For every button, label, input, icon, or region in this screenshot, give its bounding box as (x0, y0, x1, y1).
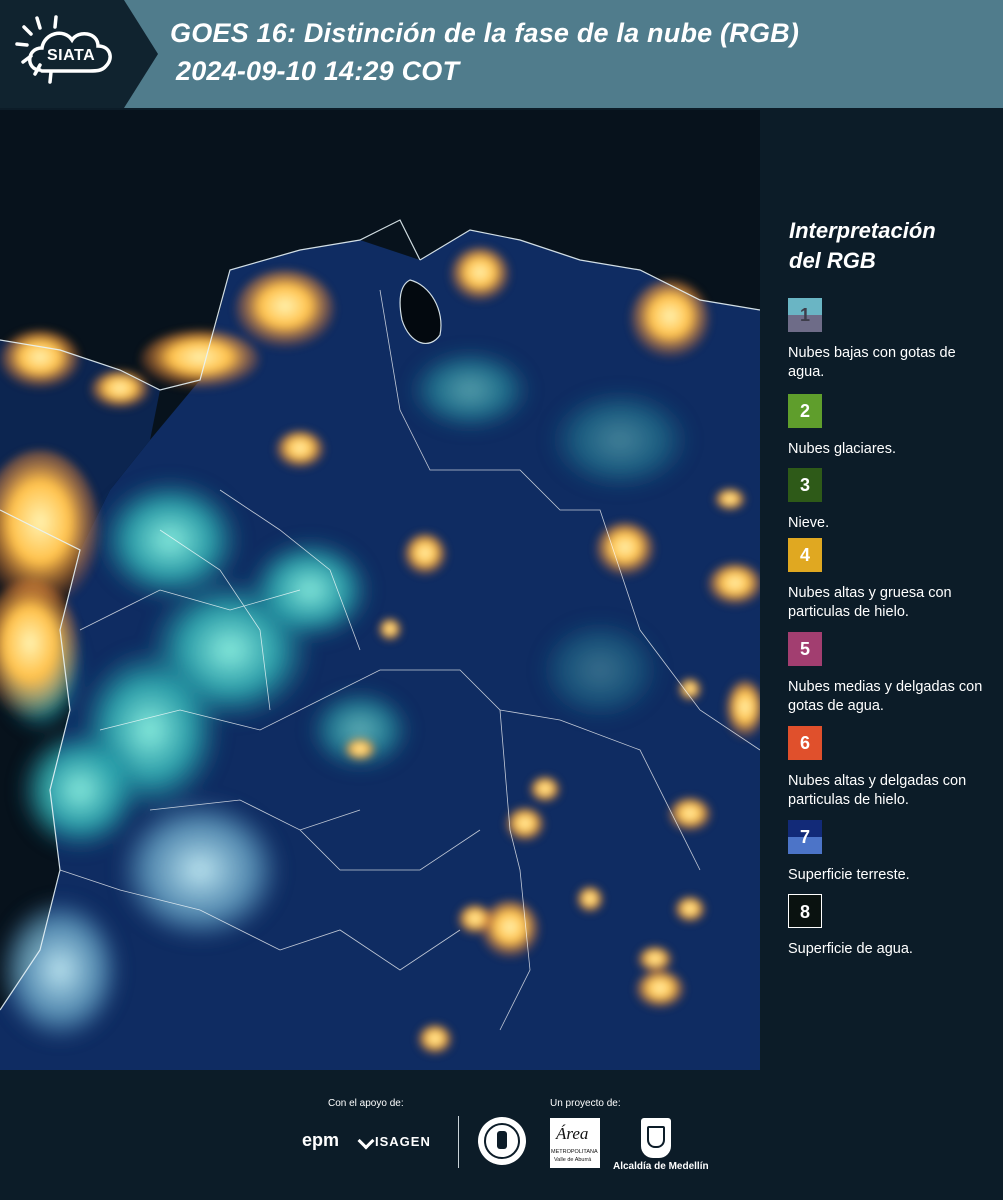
legend-title-line1: Interpretación (789, 218, 936, 243)
alcaldia-label: Alcaldía de Medellín (613, 1161, 709, 1172)
legend-swatch-8: 8 (788, 894, 822, 928)
area-metropolitana-logo: Área METROPOLITANA Valle de Aburrá (550, 1118, 600, 1168)
legend-label: Nubes altas y delgadas con particulas de… (788, 773, 967, 808)
isagen-logo: ISAGEN (357, 1132, 431, 1150)
legend-swatch-7: 7 (788, 820, 822, 854)
legend-swatch-5: 5 (788, 632, 822, 666)
area-logo-text: Área (556, 1124, 589, 1143)
legend-label: Nubes altas y gruesa con particulas de h… (788, 585, 952, 620)
legend-swatch-4: 4 (788, 538, 822, 572)
legend-number: 5 (799, 639, 810, 659)
footer: Con el apoyo de: epm ISAGEN Un proyecto … (0, 1070, 1003, 1200)
legend-panel: Interpretación del RGB 1 Nubes bajas con… (776, 110, 1003, 1070)
isagen-icon (357, 1132, 375, 1150)
legend-title: Interpretación del RGB (789, 216, 936, 276)
page-timestamp: 2024-09-10 14:29 COT (176, 56, 460, 86)
project-label: Un proyecto de: (550, 1098, 621, 1109)
legend-swatch-2: 2 (788, 394, 822, 428)
alcaldia-shield-icon (641, 1118, 671, 1158)
legend-number: 3 (799, 475, 810, 495)
support-label: Con el apoyo de: (328, 1098, 404, 1109)
legend-title-line2: del RGB (789, 248, 876, 273)
epm-logo: epm (302, 1130, 339, 1151)
isagen-logo-text: ISAGEN (375, 1134, 431, 1149)
legend-label: Superficie de agua. (788, 941, 913, 957)
siata-logo: SIATA (0, 0, 160, 108)
legend-swatch-1: 1 (788, 298, 822, 332)
siata-logo-text: SIATA (47, 47, 96, 64)
area-logo-sub: METROPOLITANA (551, 1149, 598, 1155)
legend-label: Nubes medias y delgadas con gotas de agu… (788, 679, 983, 714)
seal-icon (478, 1117, 526, 1165)
satellite-image (0, 110, 760, 1070)
legend-label: Nieve. (788, 515, 830, 531)
legend-number: 7 (799, 827, 810, 847)
legend-label: Nubes bajas con gotas de agua. (788, 345, 956, 380)
legend-label: Nubes glaciares. (788, 441, 896, 457)
legend-number: 8 (799, 902, 810, 922)
page-title: GOES 16: Distinción de la fase de la nub… (170, 18, 800, 48)
legend-number: 4 (799, 545, 810, 565)
legend-swatch-3: 3 (788, 468, 822, 502)
legend-number: 2 (799, 401, 810, 421)
legend-number: 1 (799, 305, 810, 325)
legend-number: 6 (799, 733, 810, 753)
legend-label: Superficie terreste. (788, 867, 910, 883)
area-logo-sub2: Valle de Aburrá (554, 1157, 592, 1163)
header-bar: SIATA GOES 16: Distinción de la fase de … (0, 0, 1003, 108)
footer-divider (458, 1116, 459, 1168)
epm-logo-text: epm (302, 1130, 340, 1150)
legend-swatch-6: 6 (788, 726, 822, 760)
